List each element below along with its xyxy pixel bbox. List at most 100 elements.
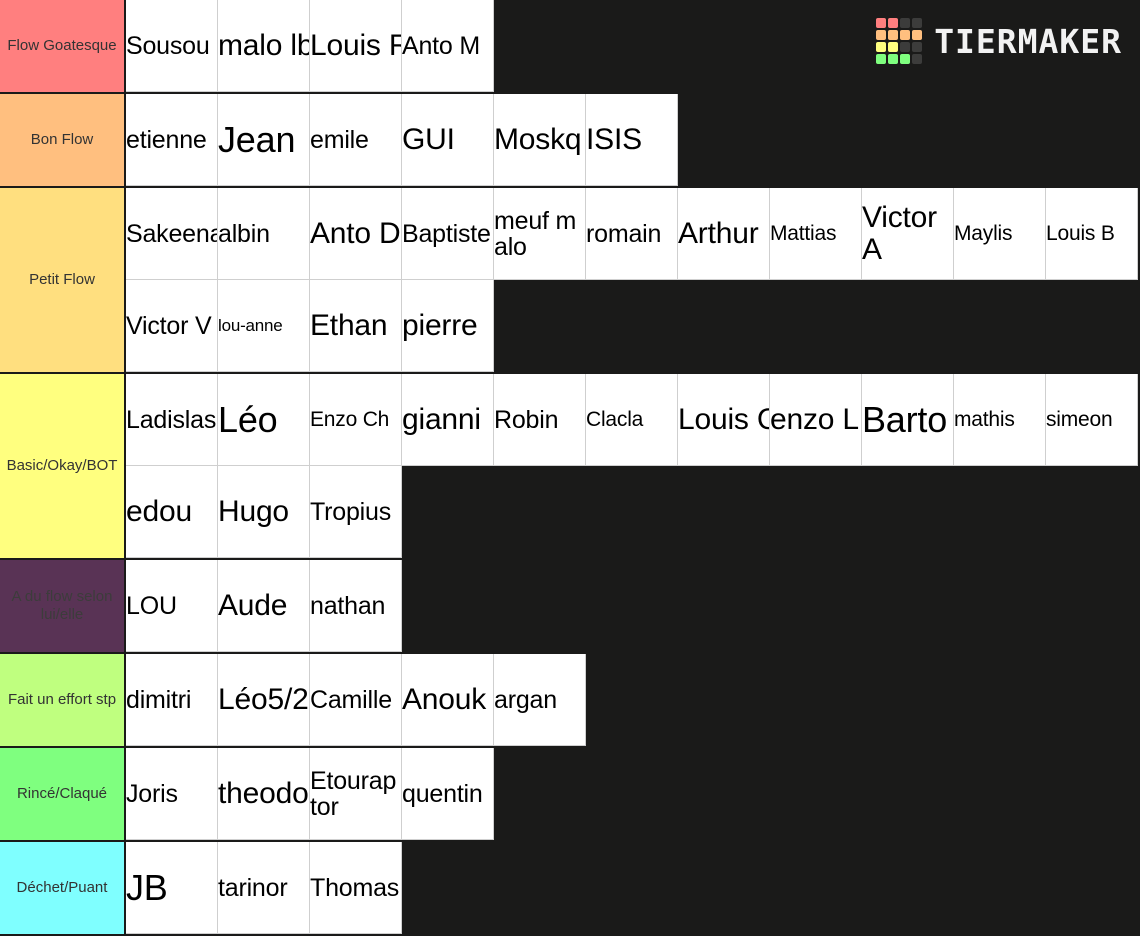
tier-item[interactable]: dimitri bbox=[126, 654, 218, 746]
tier-item[interactable]: Jean bbox=[218, 94, 310, 186]
tier-item[interactable]: Ethan bbox=[310, 280, 402, 372]
tier-item-label: Jean bbox=[218, 118, 296, 160]
tier-label[interactable]: Fait un effort stp bbox=[0, 654, 126, 746]
tier-item[interactable]: Anto D bbox=[310, 188, 402, 280]
tier-items: Sakeena albin Anto D Baptiste meuf malo romai… bbox=[126, 188, 1140, 372]
tier-item[interactable]: Joris bbox=[126, 748, 218, 840]
tier-item-label: quentin bbox=[402, 779, 483, 808]
tier-item[interactable]: romain bbox=[586, 188, 678, 280]
tier-item[interactable]: Léo5/2 bbox=[218, 654, 310, 746]
tier-item-label: Mattias bbox=[770, 221, 837, 245]
tier-label[interactable]: Basic/Okay/BOT bbox=[0, 374, 126, 558]
tier-item[interactable]: ISIS bbox=[586, 94, 678, 186]
tier-row: Basic/Okay/BOT Ladislas Léo Enzo Ch gianni Ro… bbox=[0, 374, 1140, 560]
tier-label[interactable]: Déchet/Puant bbox=[0, 842, 126, 934]
tier-item[interactable]: Anouk bbox=[402, 654, 494, 746]
tier-items: Joris theodoreEtouraptorquentin bbox=[126, 748, 1140, 840]
tier-item-label: ISIS bbox=[586, 122, 642, 156]
tier-item[interactable]: edou bbox=[126, 466, 218, 558]
tier-item-label: romain bbox=[586, 219, 662, 248]
tier-item-label: GUI bbox=[402, 122, 455, 156]
tier-label[interactable]: Bon Flow bbox=[0, 94, 126, 186]
tier-item-label: Sousou bbox=[126, 31, 210, 60]
tier-item[interactable]: Arthur bbox=[678, 188, 770, 280]
tier-item-label: Baptiste bbox=[402, 219, 491, 248]
tier-item[interactable]: Mattias bbox=[770, 188, 862, 280]
tier-item-label: Etouraptor bbox=[310, 766, 397, 821]
tier-item-label: Robin bbox=[494, 405, 559, 434]
tier-list: Flow Goatesque Sousou malo lb Louis R Anto M… bbox=[0, 0, 1140, 936]
tier-item[interactable]: Camille bbox=[310, 654, 402, 746]
tier-item[interactable]: Sousou bbox=[126, 0, 218, 92]
tier-item[interactable]: meuf malo bbox=[494, 188, 586, 280]
tier-item-label: Léo5/2 bbox=[218, 682, 309, 716]
tier-item[interactable]: Louis R bbox=[310, 0, 402, 92]
tier-item-label: Louis C bbox=[678, 402, 770, 436]
tier-item[interactable]: mathis bbox=[954, 374, 1046, 466]
tier-item[interactable]: argan bbox=[494, 654, 586, 746]
tier-item[interactable]: Victor V bbox=[126, 280, 218, 372]
tier-item-label: Arthur bbox=[678, 216, 759, 250]
tier-item[interactable]: Clacla bbox=[586, 374, 678, 466]
tier-item-label: theodore bbox=[218, 776, 309, 810]
tier-item[interactable]: etienne bbox=[126, 94, 218, 186]
tier-item[interactable]: Tropius bbox=[310, 466, 402, 558]
tier-item[interactable]: tarinor bbox=[218, 842, 310, 934]
tier-item[interactable]: Hugo bbox=[218, 466, 310, 558]
tier-item-label: Tropius bbox=[310, 497, 392, 526]
tier-item[interactable]: Ladislas bbox=[126, 374, 218, 466]
tier-item-label: meuf malo bbox=[494, 206, 577, 261]
tier-item[interactable]: Etouraptor bbox=[310, 748, 402, 840]
tier-item[interactable]: Baptiste bbox=[402, 188, 494, 280]
tier-item-label: lou-anne bbox=[218, 315, 283, 335]
tier-item[interactable]: LOU bbox=[126, 560, 218, 652]
tier-item[interactable]: Aude bbox=[218, 560, 310, 652]
tier-item-label: Clacla bbox=[586, 407, 644, 431]
tier-item[interactable]: Barto bbox=[862, 374, 954, 466]
tier-item[interactable]: Louis C bbox=[678, 374, 770, 466]
tier-item[interactable]: Robin bbox=[494, 374, 586, 466]
tier-label[interactable]: Rincé/Claqué bbox=[0, 748, 126, 840]
tier-items: LOU Aude nathan bbox=[126, 560, 1140, 652]
tier-item[interactable]: albin bbox=[218, 188, 310, 280]
tier-item[interactable]: Anto M bbox=[402, 0, 494, 92]
tier-item[interactable]: Sakeena bbox=[126, 188, 218, 280]
tier-label[interactable]: Petit Flow bbox=[0, 188, 126, 372]
tier-label[interactable]: A du flow selon lui/elle bbox=[0, 560, 126, 652]
tier-item[interactable]: theodore bbox=[218, 748, 310, 840]
tier-item[interactable]: emile bbox=[310, 94, 402, 186]
tier-item[interactable]: GUI bbox=[402, 94, 494, 186]
tier-item[interactable]: Louis B bbox=[1046, 188, 1138, 280]
tier-items: etienne Jean emile GUI Moskq ISIS bbox=[126, 94, 1140, 186]
tier-item[interactable]: Enzo Ch bbox=[310, 374, 402, 466]
tier-item[interactable]: Thomas bbox=[310, 842, 402, 934]
tier-item[interactable]: JB bbox=[126, 842, 218, 934]
tier-item-label: Joris bbox=[126, 779, 178, 808]
tier-label[interactable]: Flow Goatesque bbox=[0, 0, 126, 92]
tier-item-label: simeon bbox=[1046, 407, 1113, 431]
tier-item-label: Louis R bbox=[310, 28, 402, 62]
tier-item-label: Hugo bbox=[218, 494, 289, 528]
tier-item[interactable]: pierre bbox=[402, 280, 494, 372]
tier-item-label: Anouk bbox=[402, 682, 487, 716]
tier-item-label: Aude bbox=[218, 588, 288, 622]
tier-item-label: etienne bbox=[126, 125, 207, 154]
tier-item[interactable]: Léo bbox=[218, 374, 310, 466]
tier-row: Petit Flow Sakeena albin Anto D Baptiste meuf… bbox=[0, 188, 1140, 374]
tier-item[interactable]: enzo L bbox=[770, 374, 862, 466]
tier-item[interactable]: quentin bbox=[402, 748, 494, 840]
tier-item-label: Enzo Ch bbox=[310, 407, 390, 431]
tier-items: Ladislas Léo Enzo Ch gianni Robin Clacla Louis… bbox=[126, 374, 1140, 558]
tier-item[interactable]: malo lb bbox=[218, 0, 310, 92]
tier-item[interactable]: gianni bbox=[402, 374, 494, 466]
tier-item-label: emile bbox=[310, 125, 369, 154]
tier-item-label: mathis bbox=[954, 407, 1015, 431]
tier-item[interactable]: Maylis bbox=[954, 188, 1046, 280]
tier-item[interactable]: simeon bbox=[1046, 374, 1138, 466]
tier-item[interactable]: nathan bbox=[310, 560, 402, 652]
tier-item[interactable]: Victor A bbox=[862, 188, 954, 280]
tier-item-label: enzo L bbox=[770, 402, 859, 436]
tier-item-label: dimitri bbox=[126, 685, 192, 714]
tier-item[interactable]: Moskq bbox=[494, 94, 586, 186]
tier-item[interactable]: lou-anne bbox=[218, 280, 310, 372]
